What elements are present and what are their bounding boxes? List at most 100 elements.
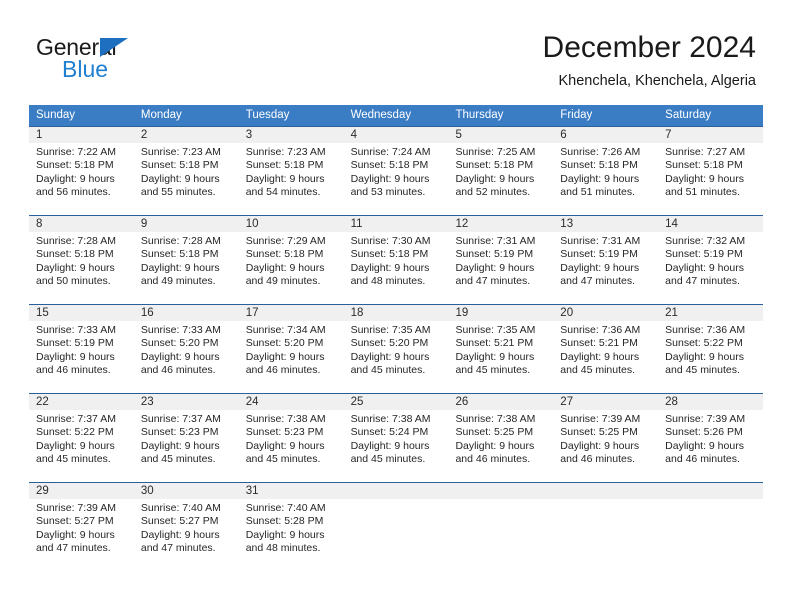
day-number [658,483,764,499]
day-cell[interactable]: 20 Sunrise: 7:36 AM Sunset: 5:21 PM Dayl… [553,305,659,393]
daylight-text-line2: and 52 minutes. [455,186,531,199]
sunset-text: Sunset: 5:20 PM [350,337,429,350]
logo-triangle-icon [100,38,128,57]
daylight-text-line2: and 49 minutes. [245,275,321,288]
day-cell[interactable]: 14 Sunrise: 7:32 AM Sunset: 5:19 PM Dayl… [658,216,764,304]
sunset-text: Sunset: 5:18 PM [140,248,219,261]
sunset-text: Sunset: 5:21 PM [560,337,638,350]
sunrise-text: Sunrise: 7:36 AM [560,324,641,336]
day-number: 14 [658,216,764,232]
daylight-text-line2: and 54 minutes. [245,186,321,199]
day-number: 26 [448,394,554,410]
sunrise-text: Sunrise: 7:23 AM [245,146,326,158]
day-info: Sunrise: 7:29 AM Sunset: 5:18 PM Dayligh… [239,232,344,289]
day-cell[interactable]: 15 Sunrise: 7:33 AM Sunset: 5:19 PM Dayl… [29,305,134,393]
daylight-text-line1: Daylight: 9 hours [140,172,220,185]
day-number: 24 [238,394,344,410]
daylight-text-line2: and 50 minutes. [36,275,111,288]
daylight-text-line1: Daylight: 9 hours [560,439,640,452]
day-info: Sunrise: 7:31 AM Sunset: 5:19 PM Dayligh… [553,232,658,289]
week-row: 1 Sunrise: 7:22 AM Sunset: 5:18 PM Dayli… [29,126,764,215]
day-cell[interactable]: 9 Sunrise: 7:28 AM Sunset: 5:18 PM Dayli… [133,216,239,304]
sunrise-text: Sunrise: 7:30 AM [350,235,431,247]
daylight-text-line2: and 51 minutes. [560,186,636,199]
day-info: Sunrise: 7:26 AM Sunset: 5:18 PM Dayligh… [553,143,658,200]
day-cell[interactable]: 18 Sunrise: 7:35 AM Sunset: 5:20 PM Dayl… [343,305,449,393]
day-cell[interactable]: 26 Sunrise: 7:38 AM Sunset: 5:25 PM Dayl… [448,394,554,482]
daylight-text-line2: and 45 minutes. [36,453,111,466]
daylight-text-line1: Daylight: 9 hours [455,350,535,363]
day-cell[interactable]: 12 Sunrise: 7:31 AM Sunset: 5:19 PM Dayl… [448,216,554,304]
sunset-text: Sunset: 5:18 PM [455,159,534,172]
day-cell[interactable]: 21 Sunrise: 7:36 AM Sunset: 5:22 PM Dayl… [658,305,764,393]
sunset-text: Sunset: 5:18 PM [350,248,429,261]
daylight-text-line1: Daylight: 9 hours [350,172,430,185]
day-info: Sunrise: 7:33 AM Sunset: 5:20 PM Dayligh… [134,321,239,378]
day-cell[interactable]: 3 Sunrise: 7:23 AM Sunset: 5:18 PM Dayli… [238,127,344,215]
page-header: General Blue December 2024 Khenchela, Kh… [0,0,792,100]
day-cell[interactable]: 30 Sunrise: 7:40 AM Sunset: 5:27 PM Dayl… [133,483,239,571]
day-cell[interactable]: 27 Sunrise: 7:39 AM Sunset: 5:25 PM Dayl… [553,394,659,482]
day-cell[interactable]: 4 Sunrise: 7:24 AM Sunset: 5:18 PM Dayli… [343,127,449,215]
day-cell[interactable]: 29 Sunrise: 7:39 AM Sunset: 5:27 PM Dayl… [29,483,134,571]
day-cell[interactable]: 1 Sunrise: 7:22 AM Sunset: 5:18 PM Dayli… [29,127,134,215]
day-info: Sunrise: 7:25 AM Sunset: 5:18 PM Dayligh… [448,143,553,200]
sunset-text: Sunset: 5:22 PM [665,337,743,350]
sunset-text: Sunset: 5:20 PM [140,337,219,350]
sunrise-text: Sunrise: 7:39 AM [36,502,116,514]
day-cell[interactable]: 23 Sunrise: 7:37 AM Sunset: 5:23 PM Dayl… [133,394,239,482]
daylight-text-line1: Daylight: 9 hours [350,261,430,274]
day-cell[interactable]: 7 Sunrise: 7:27 AM Sunset: 5:18 PM Dayli… [658,127,764,215]
day-number: 6 [553,127,659,143]
day-number: 23 [133,394,239,410]
calendar-page: General Blue December 2024 Khenchela, Kh… [0,0,792,612]
day-cell[interactable]: 25 Sunrise: 7:38 AM Sunset: 5:24 PM Dayl… [343,394,449,482]
day-cell[interactable]: 28 Sunrise: 7:39 AM Sunset: 5:26 PM Dayl… [658,394,764,482]
day-info: Sunrise: 7:36 AM Sunset: 5:22 PM Dayligh… [658,321,763,378]
day-cell[interactable]: 2 Sunrise: 7:23 AM Sunset: 5:18 PM Dayli… [133,127,239,215]
day-info: Sunrise: 7:23 AM Sunset: 5:18 PM Dayligh… [134,143,239,200]
day-cell[interactable]: 31 Sunrise: 7:40 AM Sunset: 5:28 PM Dayl… [238,483,344,571]
day-cell[interactable]: 5 Sunrise: 7:25 AM Sunset: 5:18 PM Dayli… [448,127,554,215]
sunset-text: Sunset: 5:21 PM [455,337,534,350]
day-cell[interactable]: 17 Sunrise: 7:34 AM Sunset: 5:20 PM Dayl… [238,305,344,393]
day-info: Sunrise: 7:39 AM Sunset: 5:26 PM Dayligh… [658,410,763,467]
sunset-text: Sunset: 5:25 PM [560,426,638,439]
day-cell[interactable]: 19 Sunrise: 7:35 AM Sunset: 5:21 PM Dayl… [448,305,554,393]
daylight-text-line1: Daylight: 9 hours [36,350,115,363]
sunrise-text: Sunrise: 7:22 AM [36,146,116,158]
page-subtitle: Khenchela, Khenchela, Algeria [558,73,756,89]
day-number: 22 [29,394,134,410]
day-number: 30 [133,483,239,499]
daylight-text-line1: Daylight: 9 hours [455,261,535,274]
daylight-text-line1: Daylight: 9 hours [140,261,220,274]
day-info: Sunrise: 7:34 AM Sunset: 5:20 PM Dayligh… [239,321,344,378]
week-row: 15 Sunrise: 7:33 AM Sunset: 5:19 PM Dayl… [29,304,764,393]
calendar-grid: Sunday Monday Tuesday Wednesday Thursday… [29,105,764,571]
sunrise-text: Sunrise: 7:33 AM [140,324,221,336]
day-cell[interactable]: 16 Sunrise: 7:33 AM Sunset: 5:20 PM Dayl… [133,305,239,393]
daylight-text-line2: and 46 minutes. [36,364,111,377]
day-number: 31 [238,483,344,499]
day-number: 17 [238,305,344,321]
day-number: 19 [448,305,554,321]
sunset-text: Sunset: 5:18 PM [36,248,114,261]
day-cell[interactable]: 11 Sunrise: 7:30 AM Sunset: 5:18 PM Dayl… [343,216,449,304]
sunrise-text: Sunrise: 7:38 AM [350,413,431,425]
day-number [553,483,659,499]
sunset-text: Sunset: 5:18 PM [245,159,324,172]
day-info: Sunrise: 7:31 AM Sunset: 5:19 PM Dayligh… [448,232,553,289]
daylight-text-line1: Daylight: 9 hours [560,350,640,363]
day-cell[interactable]: 6 Sunrise: 7:26 AM Sunset: 5:18 PM Dayli… [553,127,659,215]
daylight-text-line1: Daylight: 9 hours [665,350,744,363]
day-cell[interactable]: 8 Sunrise: 7:28 AM Sunset: 5:18 PM Dayli… [29,216,134,304]
sunset-text: Sunset: 5:18 PM [245,248,324,261]
day-cell[interactable]: 22 Sunrise: 7:37 AM Sunset: 5:22 PM Dayl… [29,394,134,482]
day-info: Sunrise: 7:38 AM Sunset: 5:24 PM Dayligh… [344,410,449,467]
day-cell[interactable]: 10 Sunrise: 7:29 AM Sunset: 5:18 PM Dayl… [238,216,344,304]
day-number: 20 [553,305,659,321]
daylight-text-line2: and 51 minutes. [665,186,740,199]
sunrise-text: Sunrise: 7:25 AM [455,146,536,158]
day-cell[interactable]: 13 Sunrise: 7:31 AM Sunset: 5:19 PM Dayl… [553,216,659,304]
day-cell[interactable]: 24 Sunrise: 7:38 AM Sunset: 5:23 PM Dayl… [238,394,344,482]
